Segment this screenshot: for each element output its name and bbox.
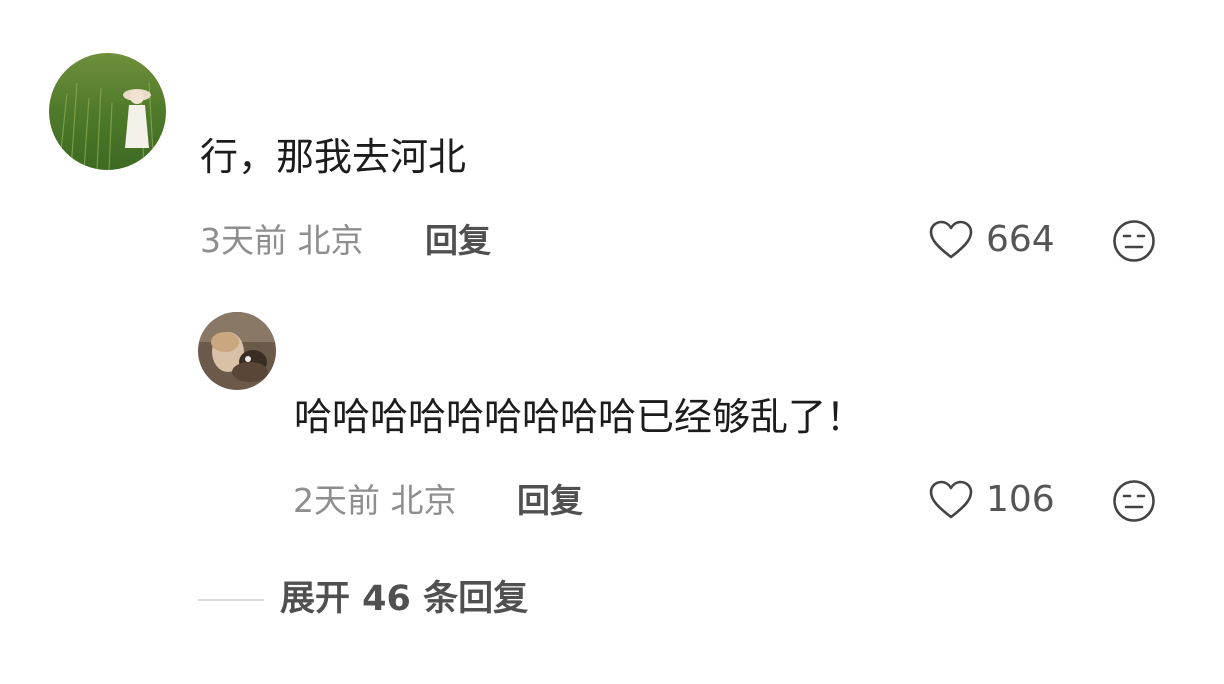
like-count: 106 [986, 479, 1055, 520]
like-count: 664 [986, 219, 1055, 260]
reply-button[interactable]: 回复 [517, 484, 583, 517]
reply-button[interactable]: 回复 [425, 224, 491, 257]
avatar-image [49, 53, 166, 170]
avatar-image [198, 312, 276, 390]
like-button[interactable]: 664 [928, 220, 1055, 260]
reply-text: 哈哈哈哈哈哈哈哈哈已经够乱了！ [294, 395, 865, 439]
comment-meta: 3天前 北京 [200, 221, 364, 260]
comment-text: 行，那我去河北 [200, 135, 467, 179]
meh-face-icon [1113, 220, 1155, 262]
avatar[interactable] [49, 53, 166, 170]
reply-avatar[interactable] [198, 312, 276, 390]
reply-meta: 2天前 北京 [293, 481, 457, 520]
expand-divider [198, 598, 264, 601]
dislike-button[interactable] [1112, 479, 1156, 523]
meh-face-icon [1113, 480, 1155, 522]
like-button[interactable]: 106 [928, 480, 1055, 520]
heart-icon [929, 220, 973, 259]
heart-icon [929, 480, 973, 519]
dislike-button[interactable] [1112, 219, 1156, 263]
expand-replies-label: 展开 46 条回复 [280, 579, 529, 619]
expand-replies-button[interactable]: 展开 46 条回复 [198, 582, 528, 617]
